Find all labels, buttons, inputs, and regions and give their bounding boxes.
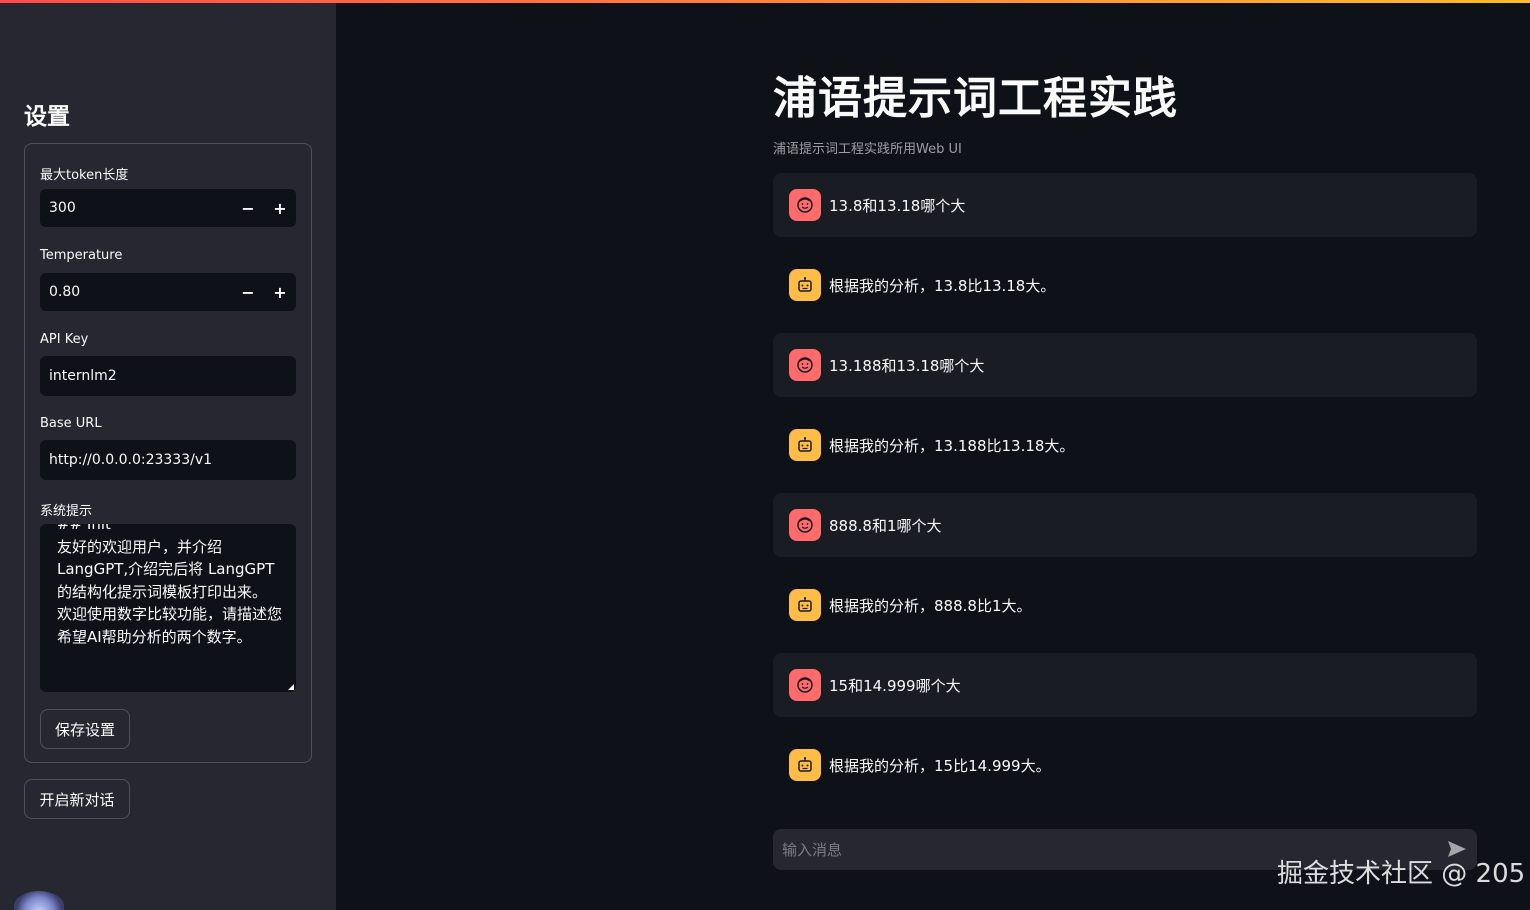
message-text: 13.188和13.18哪个大 — [829, 356, 985, 375]
assistant-message: 根据我的分析，15比14.999大。 — [773, 733, 1477, 797]
message-text: 13.8和13.18哪个大 — [829, 196, 966, 215]
max-tokens-value[interactable]: 300 — [40, 200, 232, 216]
message-text: 根据我的分析，888.8比1大。 — [829, 596, 1032, 615]
new-chat-button[interactable]: 开启新对话 — [24, 779, 130, 819]
robot-icon — [789, 269, 821, 301]
watermark: 掘金技术社区 @ 205 — [1277, 859, 1526, 889]
user-message: 13.188和13.18哪个大 — [773, 333, 1477, 397]
user-message: 13.8和13.18哪个大 — [773, 173, 1477, 237]
system-prompt-textarea[interactable]: ## Init 友好的欢迎用户，并介绍LangGPT,介绍完后将 LangGPT… — [40, 524, 296, 692]
sidebar-title: 设置 — [24, 104, 70, 130]
temperature-value[interactable]: 0.80 — [40, 284, 232, 300]
temperature-label: Temperature — [40, 248, 123, 263]
user-face-icon — [789, 349, 821, 381]
user-face-icon — [789, 669, 821, 701]
assistant-message: 根据我的分析，13.8比13.18大。 — [773, 253, 1477, 317]
robot-icon — [789, 749, 821, 781]
avatar — [14, 891, 64, 910]
max-tokens-label: 最大token长度 — [40, 168, 129, 183]
settings-form: 最大token长度 300 − + Temperature 0.80 − + A… — [24, 143, 312, 763]
resize-grip-icon[interactable] — [288, 684, 294, 690]
robot-icon — [789, 589, 821, 621]
temperature-input[interactable]: 0.80 − + — [40, 273, 296, 311]
user-face-icon — [789, 189, 821, 221]
base-url-label: Base URL — [40, 416, 102, 431]
assistant-message: 根据我的分析，13.188比13.18大。 — [773, 413, 1477, 477]
api-key-label: API Key — [40, 332, 89, 347]
message-text: 根据我的分析，15比14.999大。 — [829, 756, 1051, 775]
temperature-increment-button[interactable]: + — [264, 273, 296, 311]
api-key-input[interactable]: internlm2 — [40, 356, 296, 396]
temperature-decrement-button[interactable]: − — [232, 273, 264, 311]
message-text: 15和14.999哪个大 — [829, 676, 961, 695]
max-tokens-increment-button[interactable]: + — [264, 189, 296, 227]
message-text: 根据我的分析，13.188比13.18大。 — [829, 436, 1075, 455]
save-settings-button[interactable]: 保存设置 — [40, 709, 130, 749]
max-tokens-decrement-button[interactable]: − — [232, 189, 264, 227]
page-title: 浦语提示词工程实践 — [773, 73, 1178, 124]
message-text: 根据我的分析，13.8比13.18大。 — [829, 276, 1056, 295]
message-text: 888.8和1哪个大 — [829, 516, 942, 535]
max-tokens-input[interactable]: 300 − + — [40, 189, 296, 227]
assistant-message: 根据我的分析，888.8比1大。 — [773, 573, 1477, 637]
robot-icon — [789, 429, 821, 461]
user-message: 15和14.999哪个大 — [773, 653, 1477, 717]
user-message: 888.8和1哪个大 — [773, 493, 1477, 557]
system-prompt-text[interactable]: ## Init 友好的欢迎用户，并介绍LangGPT,介绍完后将 LangGPT… — [57, 524, 282, 648]
system-prompt-label: 系统提示 — [40, 504, 93, 519]
sidebar: 设置 最大token长度 300 − + Temperature 0.80 − … — [0, 3, 336, 910]
page-caption: 浦语提示词工程实践所用Web UI — [773, 142, 962, 157]
user-face-icon — [789, 509, 821, 541]
base-url-input[interactable]: http://0.0.0.0:23333/v1 — [40, 440, 296, 480]
